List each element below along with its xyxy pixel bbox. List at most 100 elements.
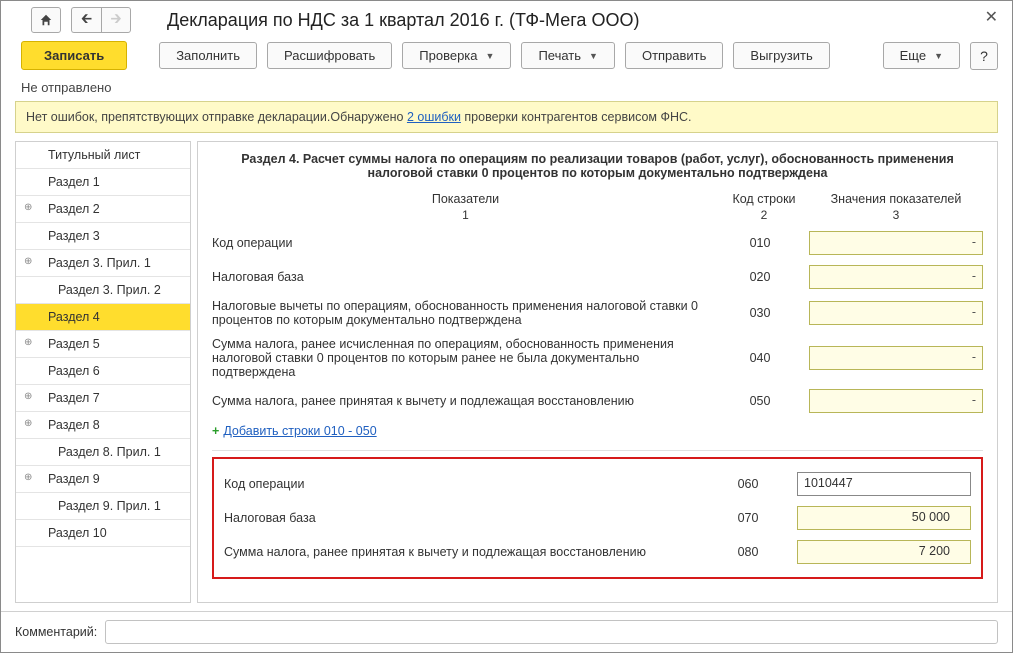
- row-label: Код операции: [224, 477, 699, 491]
- value-field[interactable]: -: [809, 389, 983, 413]
- expand-icon[interactable]: ⊕: [24, 256, 36, 268]
- sidebar-item-label: Раздел 9. Прил. 1: [58, 499, 161, 513]
- sidebar-item[interactable]: Раздел 9. Прил. 1: [16, 493, 190, 520]
- expand-icon[interactable]: ⊕: [24, 391, 36, 403]
- sidebar-item[interactable]: ⊕ Раздел 3. Прил. 1: [16, 250, 190, 277]
- value-field[interactable]: -: [809, 301, 983, 325]
- comment-input[interactable]: [105, 620, 998, 644]
- sidebar-item-label: Раздел 3. Прил. 1: [48, 256, 151, 270]
- sections-sidebar: Титульный лист Раздел 1 ⊕ Раздел 2 Раздел 3 ⊕…: [15, 141, 191, 603]
- data-row: Сумма налога, ранее принятая к вычету и …: [224, 535, 971, 569]
- send-status: Не отправлено: [1, 80, 1012, 101]
- save-button[interactable]: Записать: [21, 41, 127, 70]
- info-banner: Нет ошибок, препятствующих отправке декл…: [15, 101, 998, 133]
- value-field[interactable]: -: [809, 231, 983, 255]
- back-button[interactable]: 🡰: [71, 7, 101, 33]
- sidebar-item-label: Раздел 4: [48, 310, 100, 324]
- data-row: Сумма налога, ранее принятая к вычету и …: [212, 384, 983, 418]
- data-row: Код операции 060 1010447: [224, 467, 971, 501]
- row-code: 080: [703, 545, 793, 559]
- dash-placeholder: -: [972, 350, 976, 364]
- row-code: 050: [715, 394, 805, 408]
- dash-placeholder: -: [972, 305, 976, 319]
- home-button[interactable]: [31, 7, 61, 33]
- data-row: Код операции 010 -: [212, 226, 983, 260]
- forward-button[interactable]: 🡲: [101, 7, 131, 33]
- sidebar-item-label: Раздел 2: [48, 202, 100, 216]
- column-headers: Показатели 1 Код строки 2 Значения показ…: [212, 192, 983, 222]
- sidebar-item-label: Раздел 9: [48, 472, 100, 486]
- value-field[interactable]: 1010447: [797, 472, 971, 496]
- sidebar-item[interactable]: Раздел 3. Прил. 2: [16, 277, 190, 304]
- sidebar-item[interactable]: Раздел 10: [16, 520, 190, 547]
- expand-icon[interactable]: ⊕: [24, 337, 36, 349]
- sidebar-item[interactable]: Раздел 4: [16, 304, 190, 331]
- section-heading: Раздел 4. Расчет суммы налога по операци…: [232, 152, 963, 180]
- dash-placeholder: -: [972, 393, 976, 407]
- sidebar-item-label: Раздел 5: [48, 337, 100, 351]
- data-row: Налоговые вычеты по операциям, обоснован…: [212, 294, 983, 332]
- value-field[interactable]: 50 000: [797, 506, 971, 530]
- row-label: Сумма налога, ранее принятая к вычету и …: [212, 394, 711, 408]
- row-label: Сумма налога, ранее принятая к вычету и …: [224, 545, 699, 559]
- send-button[interactable]: Отправить: [625, 42, 723, 69]
- data-row: Сумма налога, ранее исчисленная по опера…: [212, 332, 983, 384]
- row-code: 010: [715, 236, 805, 250]
- sidebar-item-label: Раздел 8. Прил. 1: [58, 445, 161, 459]
- close-icon[interactable]: ✕: [985, 7, 998, 27]
- sidebar-item[interactable]: Раздел 3: [16, 223, 190, 250]
- sidebar-item-label: Раздел 6: [48, 364, 100, 378]
- value-field[interactable]: -: [809, 265, 983, 289]
- value-field[interactable]: 7 200: [797, 540, 971, 564]
- row-code: 040: [715, 351, 805, 365]
- add-rows-link[interactable]: +Добавить строки 010 - 050: [212, 418, 983, 444]
- comment-label: Комментарий:: [15, 625, 97, 639]
- chevron-down-icon: ▼: [934, 51, 943, 61]
- sidebar-item-label: Титульный лист: [48, 148, 140, 162]
- chevron-down-icon: ▼: [589, 51, 598, 61]
- decode-button[interactable]: Расшифровать: [267, 42, 392, 69]
- errors-link[interactable]: 2 ошибки: [407, 110, 461, 124]
- value-field[interactable]: -: [809, 346, 983, 370]
- sidebar-item[interactable]: Титульный лист: [16, 142, 190, 169]
- sidebar-item[interactable]: ⊕ Раздел 8: [16, 412, 190, 439]
- sidebar-item[interactable]: ⊕ Раздел 9: [16, 466, 190, 493]
- row-code: 030: [715, 306, 805, 320]
- row-code: 020: [715, 270, 805, 284]
- help-button[interactable]: ?: [970, 42, 998, 70]
- row-code: 070: [703, 511, 793, 525]
- sidebar-item-label: Раздел 3: [48, 229, 100, 243]
- sidebar-item-label: Раздел 8: [48, 418, 100, 432]
- sidebar-item[interactable]: Раздел 8. Прил. 1: [16, 439, 190, 466]
- row-label: Налоговая база: [212, 270, 711, 284]
- row-code: 060: [703, 477, 793, 491]
- sidebar-item-label: Раздел 1: [48, 175, 100, 189]
- export-button[interactable]: Выгрузить: [733, 42, 829, 69]
- section-content: Раздел 4. Расчет суммы налога по операци…: [197, 141, 998, 603]
- row-label: Налоговые вычеты по операциям, обоснован…: [212, 299, 711, 327]
- expand-icon[interactable]: ⊕: [24, 202, 36, 214]
- sidebar-item[interactable]: Раздел 1: [16, 169, 190, 196]
- dash-placeholder: -: [972, 269, 976, 283]
- row-label: Налоговая база: [224, 511, 699, 525]
- sidebar-item-label: Раздел 10: [48, 526, 107, 540]
- data-row: Налоговая база 070 50 000: [224, 501, 971, 535]
- sidebar-item-label: Раздел 3. Прил. 2: [58, 283, 161, 297]
- fill-button[interactable]: Заполнить: [159, 42, 257, 69]
- sidebar-item[interactable]: ⊕ Раздел 5: [16, 331, 190, 358]
- data-row: Налоговая база 020 -: [212, 260, 983, 294]
- check-button[interactable]: Проверка▼: [402, 42, 511, 69]
- plus-icon: +: [212, 424, 219, 438]
- expand-icon[interactable]: ⊕: [24, 472, 36, 484]
- row-label: Код операции: [212, 236, 711, 250]
- window-title: Декларация по НДС за 1 квартал 2016 г. (…: [167, 10, 639, 31]
- highlighted-block: Код операции 060 1010447 Налоговая база 070 5…: [212, 457, 983, 579]
- expand-icon[interactable]: ⊕: [24, 418, 36, 430]
- more-button[interactable]: Еще▼: [883, 42, 960, 69]
- chevron-down-icon: ▼: [486, 51, 495, 61]
- dash-placeholder: -: [972, 235, 976, 249]
- print-button[interactable]: Печать▼: [521, 42, 615, 69]
- sidebar-item[interactable]: ⊕Раздел 7: [16, 385, 190, 412]
- sidebar-item[interactable]: ⊕ Раздел 2: [16, 196, 190, 223]
- sidebar-item[interactable]: Раздел 6: [16, 358, 190, 385]
